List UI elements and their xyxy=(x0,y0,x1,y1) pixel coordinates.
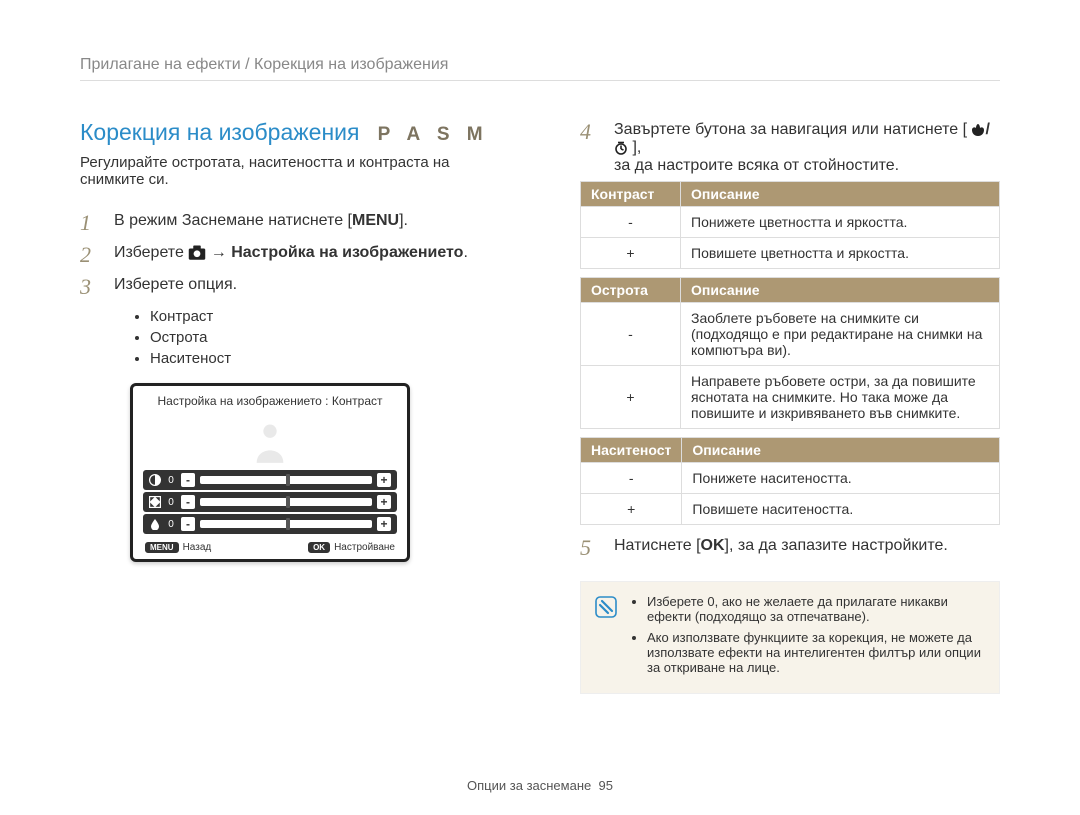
table-cell: + xyxy=(581,366,681,429)
step-number: 1 xyxy=(80,210,100,236)
step-number: 3 xyxy=(80,274,100,300)
page-footer: Опции за заснемане 95 xyxy=(0,778,1080,793)
table-cell: - xyxy=(581,303,681,366)
contrast-slider: 0 - + xyxy=(143,470,397,490)
mode-indicator: P A S M xyxy=(378,124,489,145)
page-number: 95 xyxy=(598,778,612,793)
table-header: Описание xyxy=(681,278,1000,303)
contrast-table: КонтрастОписание -Понижете цветността и … xyxy=(580,181,1000,269)
table-cell: Заоблете ръбовете на снимките си (подход… xyxy=(681,303,1000,366)
step-text: за да настроите всяка от стойностите. xyxy=(614,157,899,174)
menu-key: MENU xyxy=(352,212,399,229)
step-4: 4 Завъртете бутона за навигация или нати… xyxy=(580,119,1000,175)
list-item: Острота xyxy=(150,329,510,346)
table-cell: Понижете цветността и яркостта. xyxy=(681,207,1000,238)
table-header: Острота xyxy=(581,278,681,303)
ok-key: OK xyxy=(701,537,725,554)
lcd-back-label: Назад xyxy=(183,542,212,553)
lcd-set: OK Настройване xyxy=(308,542,395,553)
table-row: -Понижете цветността и яркостта. xyxy=(581,207,1000,238)
step-text: . xyxy=(463,244,467,261)
step-text: ], за да запазите настройките. xyxy=(725,537,948,554)
list-item: Наситеност xyxy=(150,350,510,367)
camera-lcd-preview: Настройка на изображението : Контраст 0 … xyxy=(130,383,410,562)
plus-button: + xyxy=(377,473,391,487)
sharpness-table: ОстротаОписание -Заоблете ръбовете на сн… xyxy=(580,277,1000,429)
table-cell: - xyxy=(581,207,681,238)
table-header: Контраст xyxy=(581,182,681,207)
lcd-title: Настройка на изображението : Контраст xyxy=(143,394,397,408)
slider-value: 0 xyxy=(166,519,176,530)
step-3: 3 Изберете опция. xyxy=(80,274,510,300)
option-list: Контраст Острота Наситеност xyxy=(150,308,510,367)
left-column: Корекция на изображения P A S M Регулира… xyxy=(80,119,510,694)
step-text: Изберете xyxy=(114,244,188,261)
step-text: Натиснете [ xyxy=(614,537,701,554)
plus-button: + xyxy=(377,495,391,509)
step-5: 5 Натиснете [OK], за да запазите настрой… xyxy=(580,535,1000,561)
table-cell: + xyxy=(581,238,681,269)
step-text: ]. xyxy=(399,212,408,229)
step-text-bold: Настройка на изображението xyxy=(231,244,463,261)
list-item: Контраст xyxy=(150,308,510,325)
step-text: В режим Заснемане натиснете [ xyxy=(114,212,352,229)
step-text: ], xyxy=(632,139,641,156)
note-icon xyxy=(595,596,617,618)
table-cell: + xyxy=(581,494,682,525)
camera-icon xyxy=(188,245,206,261)
step-text: → xyxy=(206,244,231,261)
breadcrumb: Прилагане на ефекти / Корекция на изобра… xyxy=(80,56,1000,81)
table-cell: Повишете цветността и яркостта. xyxy=(681,238,1000,269)
lcd-image-placeholder xyxy=(143,414,397,470)
note-box: Изберете 0, ако не желаете да прилагате … xyxy=(580,581,1000,694)
table-header: Описание xyxy=(682,438,1000,463)
step-text: Изберете опция. xyxy=(114,274,237,294)
ok-key: OK xyxy=(308,542,330,553)
sharpness-slider: 0 - + xyxy=(143,492,397,512)
minus-button: - xyxy=(181,473,195,487)
step-1: 1 В режим Заснемане натиснете [MENU]. xyxy=(80,210,510,236)
table-row: +Направете ръбовете остри, за да повишит… xyxy=(581,366,1000,429)
menu-key: MENU xyxy=(145,542,179,553)
table-row: +Повишете наситеността. xyxy=(581,494,1000,525)
slider-value: 0 xyxy=(166,497,176,508)
note-item: Ако използвате функциите за корекция, не… xyxy=(647,630,985,675)
slider-track xyxy=(200,520,372,528)
table-cell: Направете ръбовете остри, за да повишите… xyxy=(681,366,1000,429)
right-column: 4 Завъртете бутона за навигация или нати… xyxy=(580,119,1000,694)
table-cell: Понижете наситеността. xyxy=(682,463,1000,494)
minus-button: - xyxy=(181,517,195,531)
plus-button: + xyxy=(377,517,391,531)
minus-button: - xyxy=(181,495,195,509)
saturation-icon xyxy=(149,518,161,530)
contrast-icon xyxy=(149,474,161,486)
slider-track xyxy=(200,476,372,484)
table-cell: - xyxy=(581,463,682,494)
table-header: Описание xyxy=(681,182,1000,207)
sharpness-icon xyxy=(149,496,161,508)
step-number: 2 xyxy=(80,242,100,268)
table-row: -Заоблете ръбовете на снимките си (подхо… xyxy=(581,303,1000,366)
lcd-set-label: Настройване xyxy=(334,542,395,553)
saturation-slider: 0 - + xyxy=(143,514,397,534)
footer-label: Опции за заснемане xyxy=(467,778,591,793)
table-header: Наситеност xyxy=(581,438,682,463)
intro-text: Регулирайте остротата, наситеността и ко… xyxy=(80,154,510,188)
page-title: Корекция на изображения xyxy=(80,119,359,145)
table-row: -Понижете наситеността. xyxy=(581,463,1000,494)
slider-value: 0 xyxy=(166,475,176,486)
step-number: 4 xyxy=(580,119,600,145)
slider-track xyxy=(200,498,372,506)
saturation-table: НаситеностОписание -Понижете наситеностт… xyxy=(580,437,1000,525)
table-cell: Повишете наситеността. xyxy=(682,494,1000,525)
page: Прилагане на ефекти / Корекция на изобра… xyxy=(0,0,1080,815)
step-2: 2 Изберете → Настройка на изображението. xyxy=(80,242,510,268)
note-item: Изберете 0, ако не желаете да прилагате … xyxy=(647,594,985,624)
lcd-back: MENU Назад xyxy=(145,542,211,553)
table-row: +Повишете цветността и яркостта. xyxy=(581,238,1000,269)
step-number: 5 xyxy=(580,535,600,561)
step-text: Завъртете бутона за навигация или натисн… xyxy=(614,121,967,138)
